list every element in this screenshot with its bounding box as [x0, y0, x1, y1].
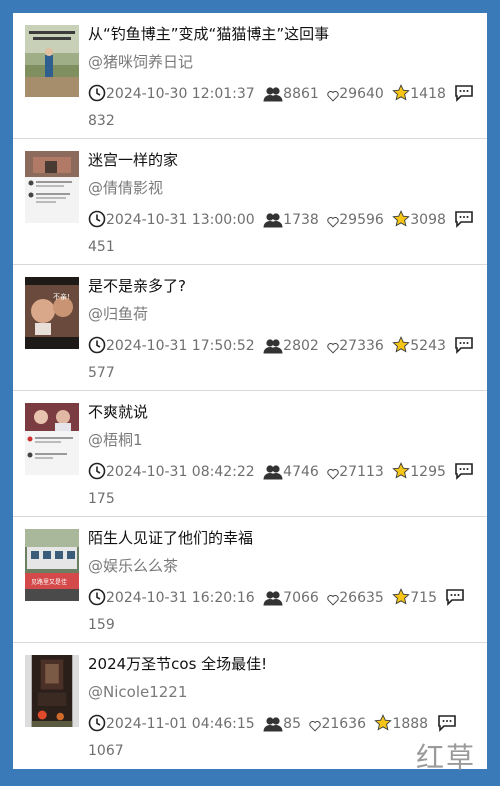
post-stats: 2024-10-30 12:01:37 8861 29640 1418 832: [88, 83, 479, 133]
post-time: 2024-10-31 16:20:16: [106, 590, 255, 606]
heart-icon: [327, 465, 339, 488]
star-icon: [392, 210, 411, 236]
like-count: 26635: [339, 590, 384, 606]
post-card[interactable]: 迷宫一样的家 @倩倩影视 2024-10-31 13:00:00 1738 29…: [13, 139, 487, 265]
follower-count: 85: [283, 716, 301, 732]
post-time: 2024-10-31 08:42:22: [106, 464, 255, 480]
post-thumbnail[interactable]: 见路里又是佳: [25, 529, 79, 601]
clock-icon: [88, 84, 106, 110]
post-card[interactable]: 从“钓鱼博主”变成“猫猫博主”这回事 @猪咪饲养日记 2024-10-30 12…: [13, 13, 487, 139]
post-card[interactable]: 不亲! 是不是亲多了? @归鱼荷 2024-10-31 17:50:52 280…: [13, 265, 487, 391]
post-stats: 2024-10-31 08:42:22 4746 27113 1295 175: [88, 461, 479, 511]
users-icon: [263, 86, 283, 110]
favorite-count: 1295: [410, 464, 446, 480]
users-icon: [263, 338, 283, 362]
star-icon: [392, 84, 411, 110]
post-thumbnail[interactable]: [25, 25, 79, 97]
star-icon: [392, 336, 411, 362]
post-time: 2024-10-31 17:50:52: [106, 338, 255, 354]
follower-count: 7066: [283, 590, 319, 606]
users-icon: [263, 212, 283, 236]
post-thumbnail[interactable]: [25, 655, 79, 727]
comment-count: 159: [88, 617, 115, 633]
star-icon: [374, 714, 393, 740]
post-author[interactable]: @Nicole1221: [88, 681, 187, 703]
follower-count: 2802: [283, 338, 319, 354]
watermark: 红草: [416, 741, 477, 774]
favorite-count: 1888: [392, 716, 429, 732]
like-count: 29596: [339, 212, 384, 228]
favorite-count: 5243: [410, 338, 446, 354]
favorite-count: 3098: [410, 212, 446, 228]
heart-icon: [309, 717, 322, 740]
post-thumbnail[interactable]: 不亲!: [25, 277, 79, 349]
post-author[interactable]: @归鱼荷: [88, 303, 148, 325]
heart-icon: [327, 87, 339, 110]
heart-icon: [327, 213, 339, 236]
comment-icon: [445, 588, 465, 614]
comment-icon: [454, 336, 474, 362]
post-author[interactable]: @猪咪饲养日记: [88, 51, 193, 73]
thumbnail-caption: 不亲!: [53, 292, 70, 301]
comment-count: 451: [88, 239, 115, 255]
like-count: 27113: [339, 464, 384, 480]
post-time: 2024-11-01 04:46:15: [106, 716, 255, 732]
post-card[interactable]: 不爽就说 @梧桐1 2024-10-31 08:42:22 4746 27113…: [13, 391, 487, 517]
post-title[interactable]: 2024万圣节cos 全场最佳!: [88, 653, 479, 675]
like-count: 21636: [321, 716, 366, 732]
post-title[interactable]: 是不是亲多了?: [88, 275, 479, 297]
clock-icon: [88, 336, 106, 362]
post-time: 2024-10-30 12:01:37: [106, 86, 255, 102]
like-count: 27336: [339, 338, 384, 354]
post-feed: 从“钓鱼博主”变成“猫猫博主”这回事 @猪咪饲养日记 2024-10-30 12…: [13, 13, 487, 769]
comment-count: 1067: [88, 743, 124, 759]
users-icon: [263, 716, 283, 740]
favorite-count: 715: [410, 590, 437, 606]
clock-icon: [88, 714, 106, 740]
post-title[interactable]: 迷宫一样的家: [88, 149, 479, 171]
post-stats: 2024-10-31 13:00:00 1738 29596 3098 451: [88, 209, 479, 259]
star-icon: [392, 462, 411, 488]
heart-icon: [327, 591, 339, 614]
post-author[interactable]: @倩倩影视: [88, 177, 163, 199]
post-author[interactable]: @梧桐1: [88, 429, 143, 451]
comment-count: 175: [88, 491, 115, 507]
post-stats: 2024-10-31 16:20:16 7066 26635 715 159: [88, 587, 479, 637]
comment-count: 832: [88, 113, 115, 129]
follower-count: 4746: [283, 464, 319, 480]
post-card[interactable]: 见路里又是佳 陌生人见证了他们的幸福 @娱乐么么茶 2024-10-31 16:…: [13, 517, 487, 643]
like-count: 29640: [339, 86, 384, 102]
follower-count: 1738: [283, 212, 319, 228]
users-icon: [263, 464, 283, 488]
post-thumbnail[interactable]: [25, 403, 79, 475]
post-time: 2024-10-31 13:00:00: [106, 212, 255, 228]
clock-icon: [88, 588, 106, 614]
post-author[interactable]: @娱乐么么茶: [88, 555, 178, 577]
star-icon: [392, 588, 411, 614]
post-title[interactable]: 陌生人见证了他们的幸福: [88, 527, 479, 549]
comment-count: 577: [88, 365, 115, 381]
follower-count: 8861: [283, 86, 319, 102]
comment-icon: [454, 210, 474, 236]
users-icon: [263, 590, 283, 614]
post-stats: 2024-10-31 17:50:52 2802 27336 5243 577: [88, 335, 479, 385]
post-title[interactable]: 不爽就说: [88, 401, 479, 423]
clock-icon: [88, 210, 106, 236]
post-title[interactable]: 从“钓鱼博主”变成“猫猫博主”这回事: [88, 23, 479, 45]
clock-icon: [88, 462, 106, 488]
post-thumbnail[interactable]: [25, 151, 79, 223]
comment-icon: [454, 462, 474, 488]
thumbnail-caption: 见路里又是佳: [31, 578, 67, 586]
heart-icon: [327, 339, 339, 362]
favorite-count: 1418: [410, 86, 446, 102]
comment-icon: [454, 84, 474, 110]
